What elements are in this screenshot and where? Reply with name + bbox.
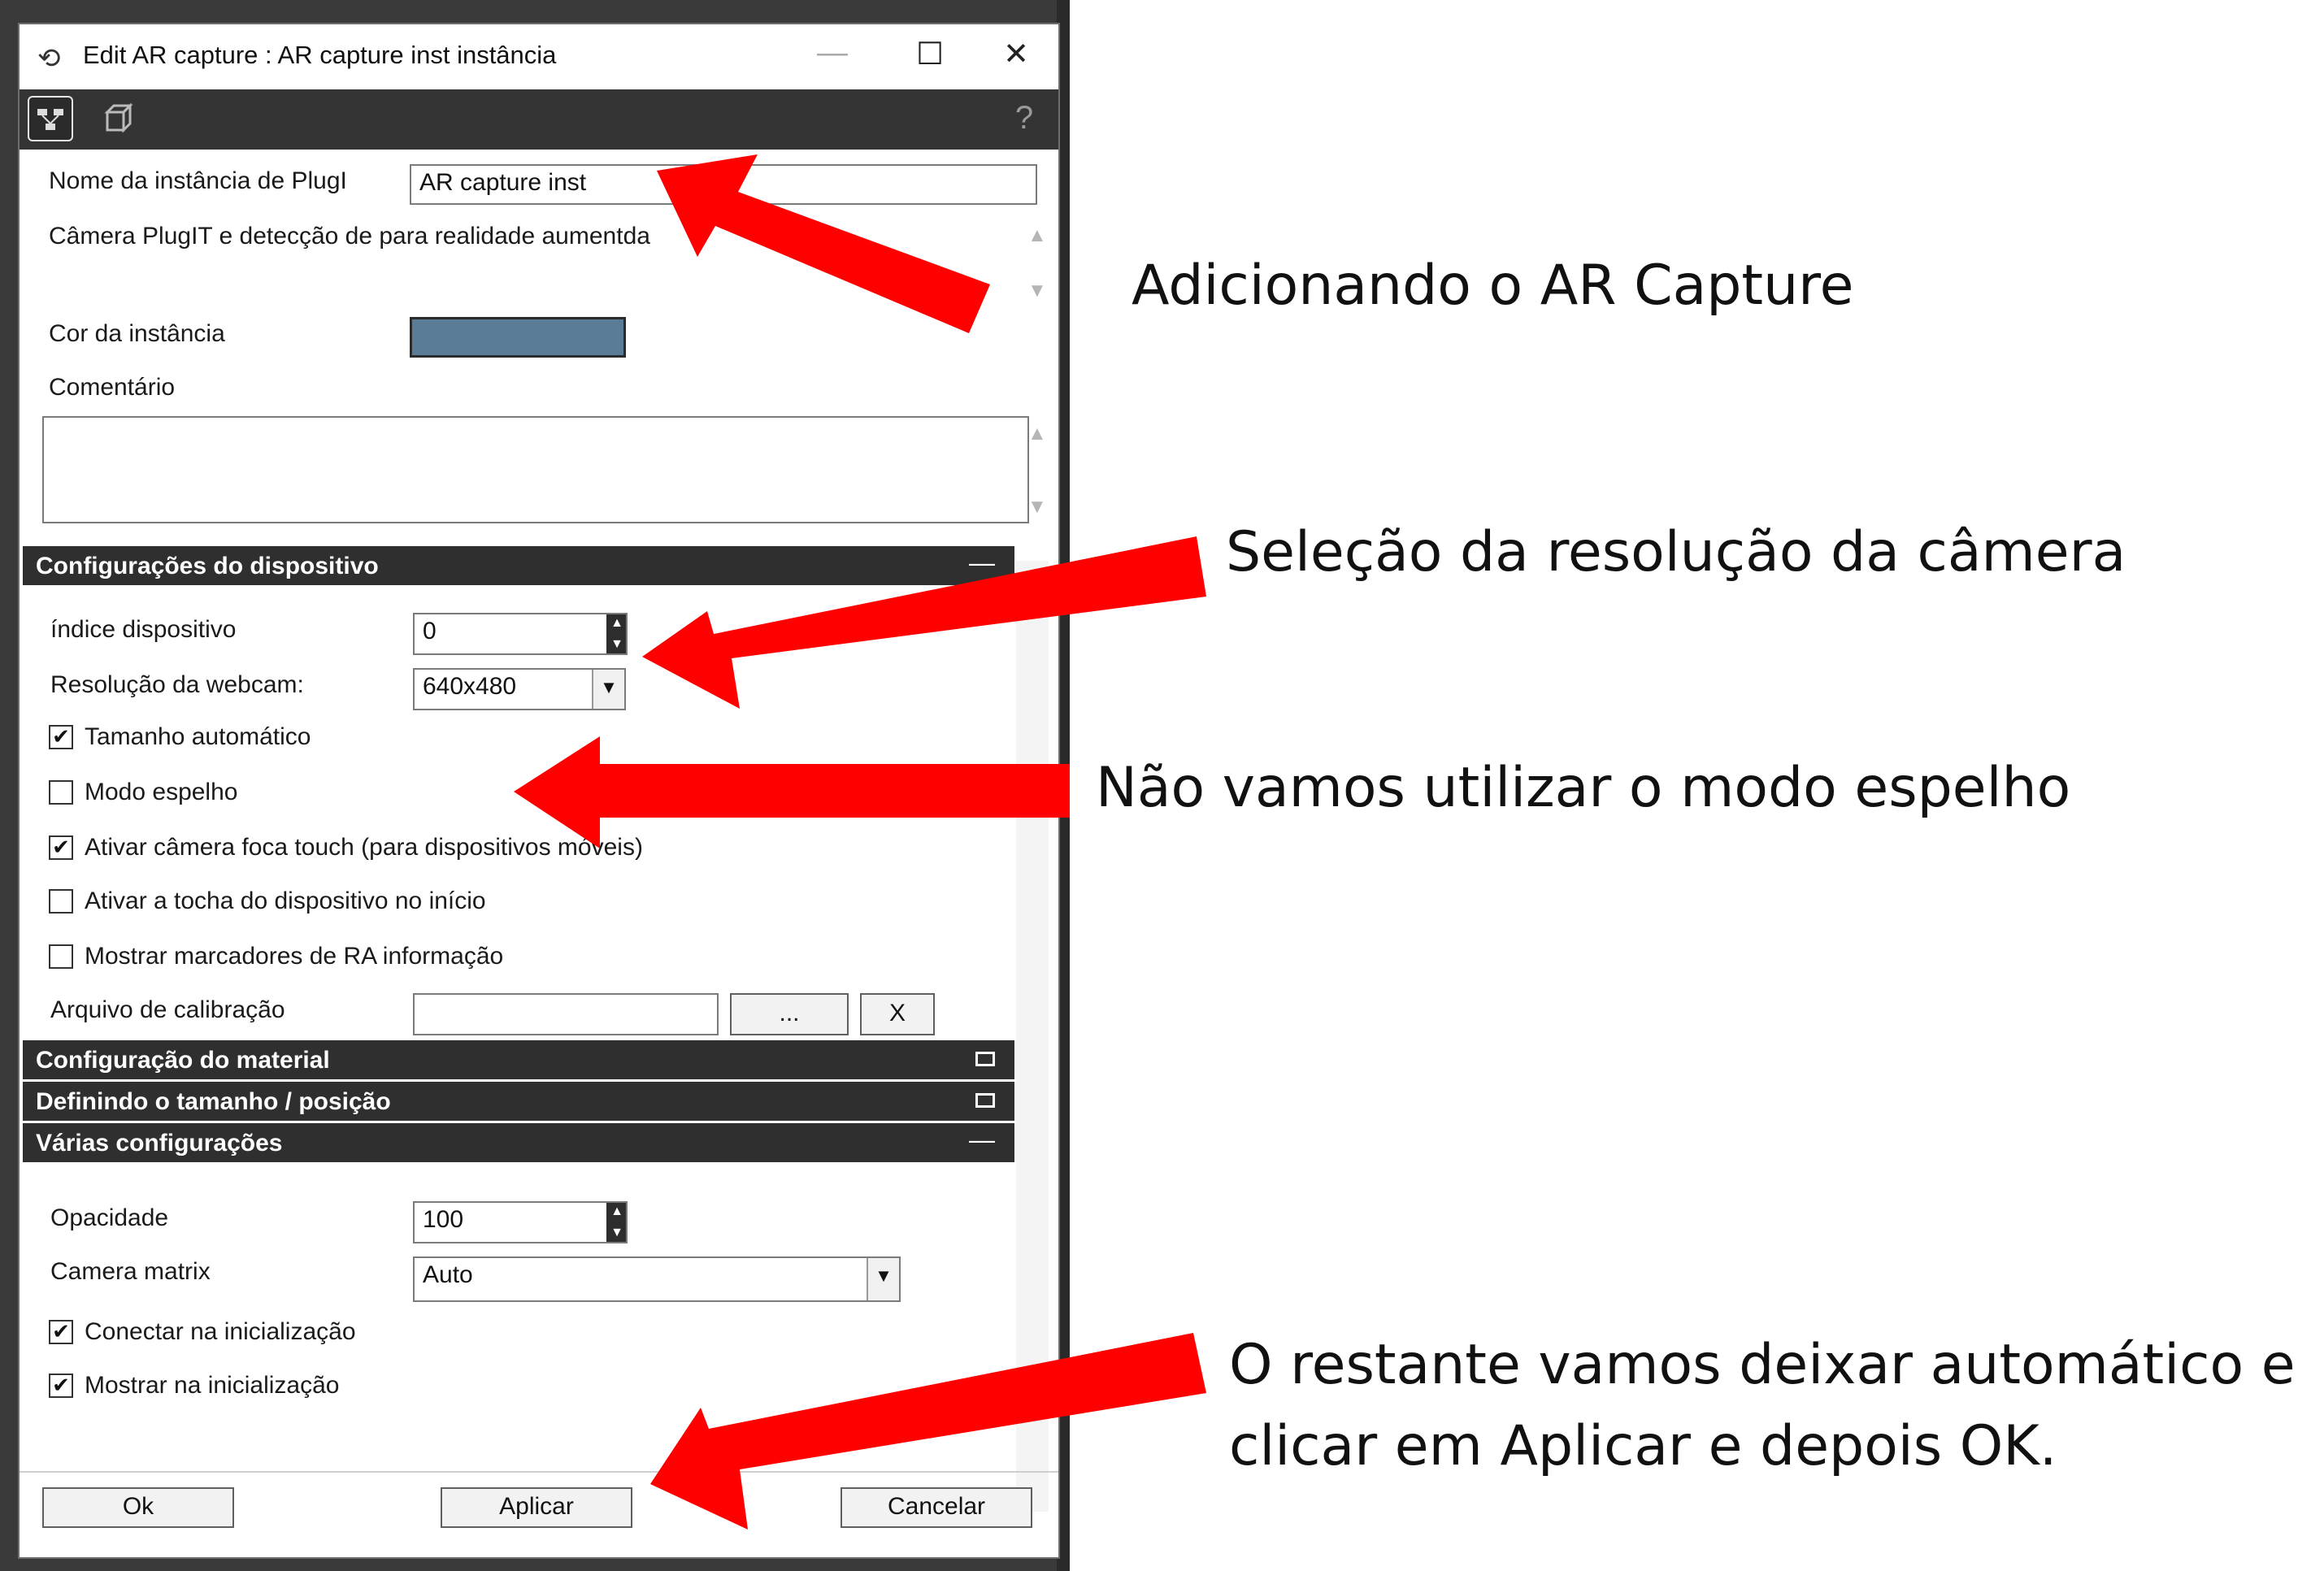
- opacity-value: 100: [423, 1206, 464, 1233]
- cancel-button[interactable]: Cancelar: [841, 1487, 1032, 1528]
- show-on-start-checkbox[interactable]: ✔: [49, 1374, 73, 1398]
- section-material-title: Configuração do material: [36, 1047, 330, 1074]
- instance-name-label: Nome da instância de PlugI: [49, 167, 347, 194]
- comment-textarea[interactable]: [42, 416, 1029, 523]
- auto-size-label: Tamanho automático: [85, 723, 311, 750]
- minimize-button[interactable]: —: [808, 36, 857, 71]
- connect-on-start-label: Conectar na inicialização: [85, 1318, 356, 1345]
- clear-calibration-button[interactable]: X: [860, 993, 935, 1035]
- box-icon[interactable]: [96, 96, 141, 141]
- color-label: Cor da instância: [49, 320, 225, 347]
- camera-matrix-label: Camera matrix: [50, 1258, 211, 1285]
- collapse-icon[interactable]: —: [969, 1125, 995, 1155]
- description-text: Câmera PlugIT e detecção de para realida…: [49, 223, 650, 250]
- touch-focus-checkbox[interactable]: ✔: [49, 835, 73, 860]
- edit-dialog: ⟲ Edit AR capture : AR capture inst inst…: [18, 23, 1060, 1559]
- annotation-mirror-mode: Não vamos utilizar o modo espelho: [1096, 756, 2071, 820]
- app-icon: ⟲: [37, 43, 61, 74]
- annotation-rest-auto-line1: O restante vamos deixar automático e: [1229, 1333, 2296, 1397]
- instance-name-input[interactable]: AR capture inst: [410, 164, 1037, 205]
- comment-label: Comentário: [49, 374, 176, 401]
- footer-divider: [20, 1471, 1058, 1473]
- section-device-title: Configurações do dispositivo: [36, 553, 379, 579]
- device-index-stepper[interactable]: ▲ ▼: [606, 614, 626, 653]
- comment-scroll-up-icon[interactable]: ▲: [1027, 423, 1047, 445]
- chevron-down-icon[interactable]: ▼: [867, 1258, 899, 1300]
- webcam-resolution-select[interactable]: 640x480 ▼: [413, 668, 626, 710]
- description-scroll-down-icon[interactable]: ▼: [1027, 280, 1047, 302]
- maximize-button[interactable]: ☐: [906, 36, 954, 72]
- description-scroll-up-icon[interactable]: ▲: [1027, 224, 1047, 247]
- color-swatch[interactable]: [410, 317, 626, 358]
- opacity-input[interactable]: 100 ▲ ▼: [413, 1201, 628, 1243]
- device-index-input[interactable]: 0 ▲ ▼: [413, 613, 628, 655]
- annotation-rest-auto-line2: clicar em Aplicar e depois OK.: [1229, 1414, 2057, 1478]
- graph-icon[interactable]: [28, 96, 73, 141]
- apply-button[interactable]: Aplicar: [441, 1487, 632, 1528]
- section-misc-settings[interactable]: Várias configurações —: [23, 1123, 1014, 1162]
- section-size-position[interactable]: Definindo o tamanho / posição: [23, 1082, 1014, 1121]
- toolbar: ?: [20, 89, 1058, 150]
- ar-markers-checkbox[interactable]: [49, 944, 73, 969]
- opacity-label: Opacidade: [50, 1204, 169, 1231]
- section-device-settings[interactable]: Configurações do dispositivo —: [23, 546, 1014, 585]
- annotation-add-ar-capture: Adicionando o AR Capture: [1132, 254, 1854, 318]
- expand-icon[interactable]: [975, 1052, 995, 1066]
- show-on-start-label: Mostrar na inicialização: [85, 1372, 340, 1399]
- auto-size-checkbox[interactable]: ✔: [49, 725, 73, 749]
- camera-matrix-value: Auto: [423, 1261, 473, 1288]
- comment-scroll-down-icon[interactable]: ▼: [1027, 496, 1047, 519]
- title-bar: ⟲ Edit AR capture : AR capture inst inst…: [20, 24, 1058, 89]
- expand-icon[interactable]: [975, 1093, 995, 1108]
- webcam-resolution-value: 640x480: [423, 673, 517, 700]
- description-tail: da: [623, 223, 650, 250]
- connect-on-start-checkbox[interactable]: ✔: [49, 1320, 73, 1344]
- mirror-mode-label: Modo espelho: [85, 779, 238, 805]
- section-size-position-title: Definindo o tamanho / posição: [36, 1088, 391, 1115]
- camera-matrix-select[interactable]: Auto ▼: [413, 1256, 901, 1302]
- window-title: Edit AR capture : AR capture inst instân…: [83, 41, 557, 69]
- ok-button[interactable]: Ok: [42, 1487, 234, 1528]
- ar-markers-label: Mostrar marcadores de RA informação: [85, 943, 504, 970]
- section-misc-title: Várias configurações: [36, 1130, 283, 1157]
- browse-button[interactable]: ...: [730, 993, 849, 1035]
- device-index-label: índice dispositivo: [50, 616, 237, 643]
- mirror-mode-checkbox[interactable]: [49, 780, 73, 805]
- close-button[interactable]: ✕: [992, 36, 1040, 72]
- calibration-file-input[interactable]: [413, 993, 719, 1035]
- collapse-icon[interactable]: —: [969, 548, 995, 578]
- torch-label: Ativar a tocha do dispositivo no início: [85, 887, 486, 914]
- vertical-scrollbar[interactable]: [1016, 561, 1049, 1512]
- device-index-value: 0: [423, 618, 437, 644]
- touch-focus-label: Ativar câmera foca touch (para dispositi…: [85, 834, 643, 861]
- description-main: Câmera PlugIT e detecção de para realida…: [49, 223, 623, 250]
- help-icon[interactable]: ?: [1001, 96, 1047, 141]
- opacity-stepper[interactable]: ▲ ▼: [606, 1203, 626, 1242]
- chevron-down-icon[interactable]: ▼: [592, 670, 624, 709]
- webcam-resolution-label: Resolução da webcam:: [50, 671, 304, 698]
- section-material[interactable]: Configuração do material: [23, 1040, 1014, 1079]
- calibration-label: Arquivo de calibração: [50, 996, 285, 1023]
- annotation-camera-resolution: Seleção da resolução da câmera: [1226, 520, 2126, 584]
- torch-checkbox[interactable]: [49, 889, 73, 914]
